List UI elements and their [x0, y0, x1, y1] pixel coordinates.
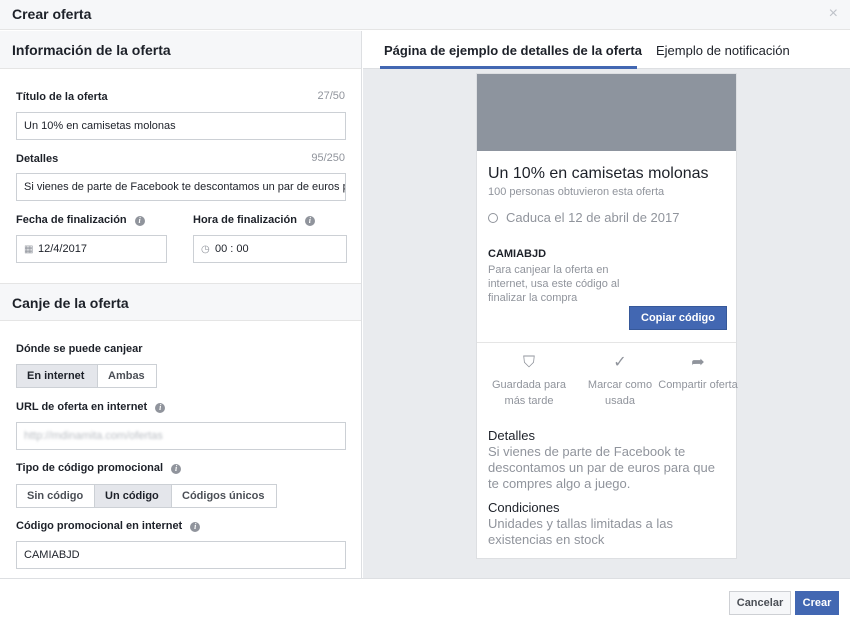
create-button[interactable]: Crear — [795, 591, 839, 615]
dialog-header: Crear oferta × — [0, 0, 850, 30]
tab-offer-details-example[interactable]: Página de ejemplo de detalles de la ofer… — [384, 43, 642, 58]
promo-code-label: Código promocional en internet i — [16, 520, 201, 532]
promo-type-segmented-control: Sin código Un código Códigos únicos — [16, 484, 277, 508]
preview-promo-code: CAMIABJD — [488, 248, 547, 260]
conditions-heading: Condiciones — [488, 500, 560, 515]
share-offer-action[interactable]: ➦ Compartir oferta — [655, 352, 741, 393]
end-time-label: Hora de finalización i — [193, 214, 315, 226]
where-segmented-control: En internet Ambas — [16, 364, 157, 388]
promo-option-unique-codes[interactable]: Códigos únicos — [171, 484, 277, 508]
share-icon: ➦ — [691, 354, 705, 371]
url-label: URL de oferta en internet i — [16, 401, 166, 413]
close-icon[interactable]: × — [829, 5, 838, 23]
dialog-title: Crear oferta — [12, 6, 92, 22]
info-icon[interactable]: i — [171, 464, 182, 474]
checkmark-icon: ✓ — [613, 354, 627, 371]
url-input[interactable]: http://mdinamita.com/ofertas — [16, 422, 346, 450]
dialog-footer: Cancelar Crear — [0, 578, 850, 624]
end-date-label: Fecha de finalización i — [16, 214, 145, 226]
clock-icon: ◷ — [201, 244, 210, 255]
claimed-count: 100 personas obtuvieron esta oferta — [488, 186, 665, 198]
tab-notification-example[interactable]: Ejemplo de notificación — [656, 43, 790, 58]
expiry-text: Caduca el 12 de abril de 2017 — [488, 210, 679, 225]
where-option-online[interactable]: En internet — [16, 364, 98, 388]
preview-tabs: Página de ejemplo de detalles de la ofer… — [363, 31, 850, 69]
save-for-later-action[interactable]: ⛉ Guardada para más tarde — [486, 352, 572, 409]
info-icon[interactable]: i — [134, 216, 145, 226]
details-text: Si vienes de parte de Facebook te descon… — [488, 444, 715, 491]
preview-panel: Página de ejemplo de detalles de la ofer… — [363, 31, 850, 578]
cancel-button[interactable]: Cancelar — [729, 591, 791, 615]
offer-form-panel: Información de la oferta Título de la of… — [0, 31, 362, 578]
info-icon[interactable]: i — [190, 522, 201, 532]
end-time-value: 00 : 00 — [215, 243, 249, 255]
calendar-icon: ▦ — [24, 244, 34, 255]
details-counter: 95/250 — [311, 152, 345, 164]
promo-option-no-code[interactable]: Sin código — [16, 484, 95, 508]
share-offer-label: Compartir oferta — [658, 379, 738, 391]
end-date-input[interactable]: ▦ 12/4/2017 — [16, 235, 167, 263]
end-time-input[interactable]: ◷ 00 : 00 — [193, 235, 347, 263]
offer-info-section-header: Información de la oferta — [0, 31, 361, 69]
offer-title-counter: 27/50 — [317, 90, 345, 102]
divider — [477, 342, 736, 343]
offer-preview-card: Un 10% en camisetas molonas 100 personas… — [476, 73, 738, 559]
redeem-section-header: Canje de la oferta — [0, 283, 361, 321]
offer-title-label: Título de la oferta — [16, 91, 108, 103]
clock-icon — [488, 213, 498, 223]
url-value: http://mdinamita.com/ofertas — [24, 430, 163, 442]
info-icon[interactable]: i — [155, 403, 166, 413]
end-date-value: 12/4/2017 — [38, 243, 87, 255]
details-heading: Detalles — [488, 428, 535, 443]
mark-as-used-action[interactable]: ✓ Marcar como usada — [577, 352, 663, 409]
where-option-both[interactable]: Ambas — [97, 364, 157, 388]
offer-image-placeholder — [477, 74, 736, 151]
promo-option-one-code[interactable]: Un código — [94, 484, 172, 508]
section-title: Información de la oferta — [12, 42, 171, 58]
promo-type-label: Tipo de código promocional i — [16, 462, 182, 474]
preview-offer-title: Un 10% en camisetas molonas — [488, 165, 709, 182]
bookmark-icon: ⛉ — [522, 354, 535, 371]
details-label: Detalles — [16, 153, 59, 165]
mark-as-used-label: Marcar como usada — [587, 379, 653, 407]
info-icon[interactable]: i — [304, 216, 315, 226]
conditions-text: Unidades y tallas limitadas a las existe… — [488, 516, 673, 547]
promo-code-description: Para canjear la oferta en internet, usa … — [488, 264, 620, 304]
copy-code-button[interactable]: Copiar código — [629, 306, 727, 330]
where-label: Dónde se puede canjear — [16, 343, 143, 355]
save-for-later-label: Guardada para más tarde — [492, 379, 566, 407]
section-title: Canje de la oferta — [12, 295, 129, 311]
details-input[interactable]: Si vienes de parte de Facebook te descon… — [16, 173, 346, 201]
promo-code-input[interactable]: CAMIABJD — [16, 541, 346, 569]
offer-title-input[interactable]: Un 10% en camisetas molonas — [16, 112, 346, 140]
active-tab-indicator — [380, 66, 637, 69]
